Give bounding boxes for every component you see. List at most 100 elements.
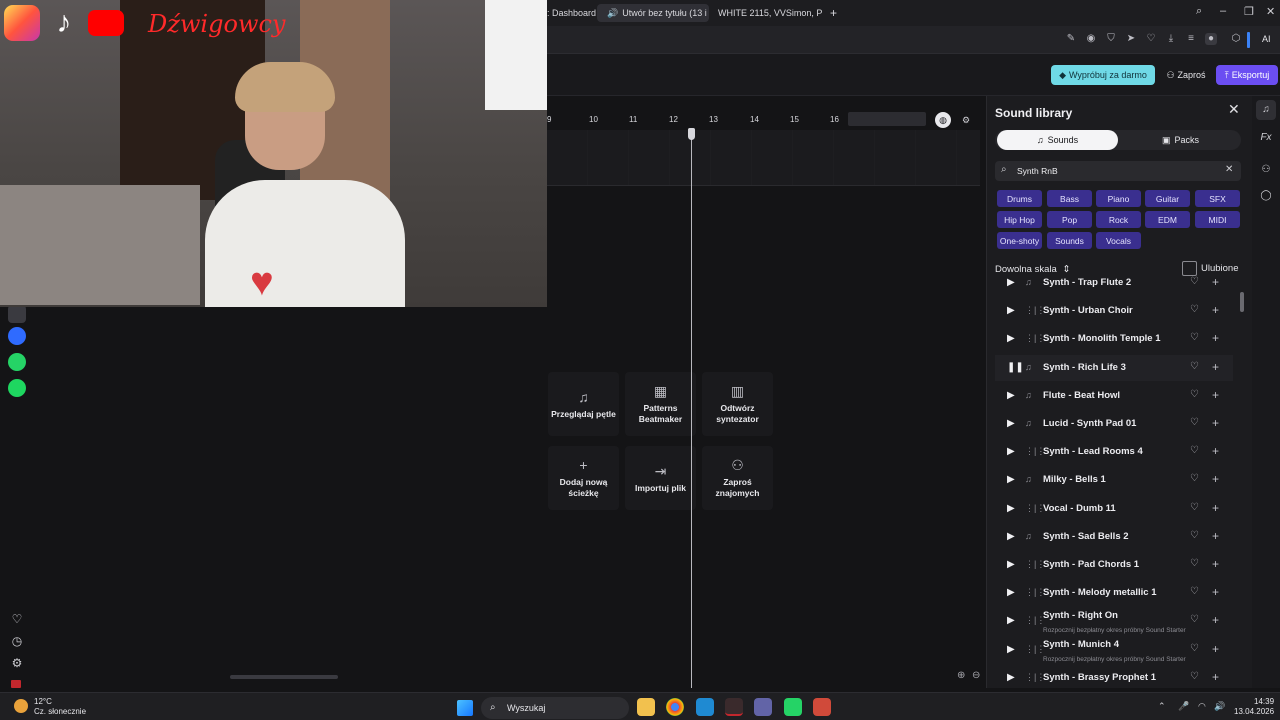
favorite-heart-icon[interactable]: ♡ xyxy=(1190,417,1199,428)
pause-icon[interactable]: ❚❚ xyxy=(1007,362,1024,373)
search-tabs-icon[interactable]: ⌕ xyxy=(1196,5,1202,18)
play-icon[interactable]: ▶ xyxy=(1007,474,1015,485)
add-sound-icon[interactable]: + xyxy=(1212,585,1219,599)
favorites-icon[interactable]: ♡ xyxy=(9,612,25,626)
ai-button[interactable]: AI xyxy=(1262,34,1271,44)
filter-chip[interactable]: Rock xyxy=(1096,211,1141,228)
add-sound-icon[interactable]: + xyxy=(1212,388,1219,402)
play-icon[interactable]: ▶ xyxy=(1007,305,1015,316)
filter-chip[interactable]: Hip Hop xyxy=(997,211,1042,228)
settings-gear-icon[interactable]: ⚙ xyxy=(9,656,25,670)
metronome-icon[interactable]: ◍ xyxy=(935,112,951,128)
add-sound-icon[interactable]: + xyxy=(1212,275,1219,289)
action-tile-add-person[interactable]: ⚇ Zaproś znajomych xyxy=(702,446,773,510)
favorite-heart-icon[interactable]: ♡ xyxy=(1190,502,1199,513)
sidebar-app-icon[interactable] xyxy=(8,305,26,323)
tab-untitled-track[interactable]: 🔊 Utwór bez tytułu (13 i xyxy=(597,4,709,22)
filter-chip[interactable]: Piano xyxy=(1096,190,1141,207)
tab-packs[interactable]: ▣ Packs xyxy=(1120,130,1241,150)
camera-icon[interactable]: ◉ xyxy=(1085,33,1097,45)
play-icon[interactable]: ▶ xyxy=(1007,446,1015,457)
favorite-heart-icon[interactable]: ♡ xyxy=(1190,558,1199,569)
action-tile-import[interactable]: ⇥ Importuj plik xyxy=(625,446,696,510)
sound-list-item[interactable]: ▶ ⋮|⋮ Synth - Right On Rozpocznij bezpłatny… xyxy=(995,608,1233,634)
play-icon[interactable]: ▶ xyxy=(1007,672,1015,683)
volume-icon[interactable]: 🔊 xyxy=(1214,701,1225,712)
play-icon[interactable]: ▶ xyxy=(1007,390,1015,401)
play-icon[interactable]: ▶ xyxy=(1007,615,1015,626)
favorite-heart-icon[interactable]: ♡ xyxy=(1190,671,1199,682)
add-sound-icon[interactable]: + xyxy=(1212,360,1219,374)
fx-icon[interactable]: Fx xyxy=(1256,128,1276,148)
filter-chip[interactable]: Drums xyxy=(997,190,1042,207)
loop-region[interactable] xyxy=(848,112,926,126)
filter-chip[interactable]: Guitar xyxy=(1145,190,1190,207)
sound-list-item[interactable]: ▶ ♫ Milky - Bells 1 ♡ + xyxy=(995,467,1233,493)
history-icon[interactable]: ◷ xyxy=(9,634,25,648)
microphone-icon[interactable]: 🎤 xyxy=(1178,701,1189,712)
add-sound-icon[interactable]: + xyxy=(1212,331,1219,345)
menu-icon[interactable]: ≡ xyxy=(1185,33,1197,45)
filter-chip[interactable]: MIDI xyxy=(1195,211,1240,228)
action-tile-piano[interactable]: ▥ Odtwórz syntezator xyxy=(702,372,773,436)
timeline-settings-icon[interactable]: ⚙ xyxy=(958,112,974,128)
chrome-icon[interactable] xyxy=(666,698,684,716)
new-tab-button[interactable]: + xyxy=(830,4,837,22)
tray-expand-icon[interactable]: ⌃ xyxy=(1158,701,1166,712)
opera-gx-icon[interactable] xyxy=(725,698,743,716)
taskbar-search[interactable]: ⌕ Wyszukaj xyxy=(481,697,629,719)
favorite-heart-icon[interactable]: ♡ xyxy=(1190,586,1199,597)
add-sound-icon[interactable]: + xyxy=(1212,303,1219,317)
vscode-icon[interactable] xyxy=(696,698,714,716)
system-clock[interactable]: 14:39 13.04.2026 xyxy=(1234,697,1274,717)
windows-start-icon[interactable] xyxy=(457,700,473,716)
favorite-heart-icon[interactable]: ♡ xyxy=(1190,445,1199,456)
sound-list-item[interactable]: ▶ ⋮|⋮ Synth - Urban Choir ♡ + xyxy=(995,298,1233,324)
sound-list-item[interactable]: ▶ ⋮|⋮ Synth - Brassy Prophet 1 ♡ + xyxy=(995,665,1233,688)
send-icon[interactable]: ➤ xyxy=(1125,33,1137,45)
extensions-icon[interactable]: ⬡ xyxy=(1230,33,1242,45)
wifi-icon[interactable]: ◠ xyxy=(1198,701,1206,712)
invite-button[interactable]: ⚇ Zaproś xyxy=(1162,65,1210,85)
add-sound-icon[interactable]: + xyxy=(1212,444,1219,458)
close-icon[interactable]: ✕ xyxy=(1228,101,1240,118)
file-explorer-icon[interactable] xyxy=(637,698,655,716)
add-sound-icon[interactable]: + xyxy=(1212,670,1219,684)
favorite-heart-icon[interactable]: ♡ xyxy=(1190,304,1199,315)
try-free-button[interactable]: ◆ Wypróbuj za darmo xyxy=(1051,65,1155,85)
sound-list-item[interactable]: ▶ ⋮|⋮ Synth - Lead Rooms 4 ♡ + xyxy=(995,439,1233,465)
favorite-heart-icon[interactable]: ♡ xyxy=(1190,530,1199,541)
add-sound-icon[interactable]: + xyxy=(1212,557,1219,571)
filter-chip[interactable]: EDM xyxy=(1145,211,1190,228)
heart-icon[interactable]: ♡ xyxy=(1145,33,1157,45)
play-icon[interactable]: ▶ xyxy=(1007,333,1015,344)
action-tile-grid[interactable]: ▦ Patterns Beatmaker xyxy=(625,372,696,436)
close-window-icon[interactable]: ✕ xyxy=(1266,5,1275,18)
filter-chip[interactable]: Vocals xyxy=(1096,232,1141,249)
whatsapp-icon[interactable] xyxy=(8,353,26,371)
clear-search-icon[interactable]: ✕ xyxy=(1225,164,1233,175)
sound-search-input[interactable]: ⌕ Synth RnB ✕ xyxy=(995,161,1241,181)
horizontal-scrollbar[interactable] xyxy=(230,675,338,679)
add-sound-icon[interactable]: + xyxy=(1212,472,1219,486)
favorite-heart-icon[interactable]: ♡ xyxy=(1190,361,1199,372)
favorite-heart-icon[interactable]: ♡ xyxy=(1190,643,1199,654)
add-sound-icon[interactable]: + xyxy=(1212,529,1219,543)
tab-youtube-video[interactable]: WHITE 2115, VVSimon, Pe xyxy=(714,4,822,22)
action-tile-music-note[interactable]: ♫ Przeglądaj pętle xyxy=(548,372,619,436)
favorite-heart-icon[interactable]: ♡ xyxy=(1190,389,1199,400)
chat-icon[interactable]: ◯ xyxy=(1256,186,1276,206)
edit-icon[interactable]: ✎ xyxy=(1065,33,1077,45)
whatsapp-taskbar-icon[interactable] xyxy=(784,698,802,716)
playhead-handle[interactable] xyxy=(688,128,695,140)
shield-icon[interactable]: ⛉ xyxy=(1105,33,1117,45)
filter-chip[interactable]: One-shoty xyxy=(997,232,1042,249)
add-sound-icon[interactable]: + xyxy=(1212,416,1219,430)
sound-list-item[interactable]: ▶ ♫ Lucid - Synth Pad 01 ♡ + xyxy=(995,411,1233,437)
add-sound-icon[interactable]: + xyxy=(1212,501,1219,515)
play-icon[interactable]: ▶ xyxy=(1007,277,1015,288)
add-sound-icon[interactable]: + xyxy=(1212,613,1219,627)
maximize-icon[interactable]: ❐ xyxy=(1244,5,1254,18)
export-button[interactable]: ⤒ Eksportuj xyxy=(1216,65,1278,85)
messenger-icon[interactable] xyxy=(8,327,26,345)
